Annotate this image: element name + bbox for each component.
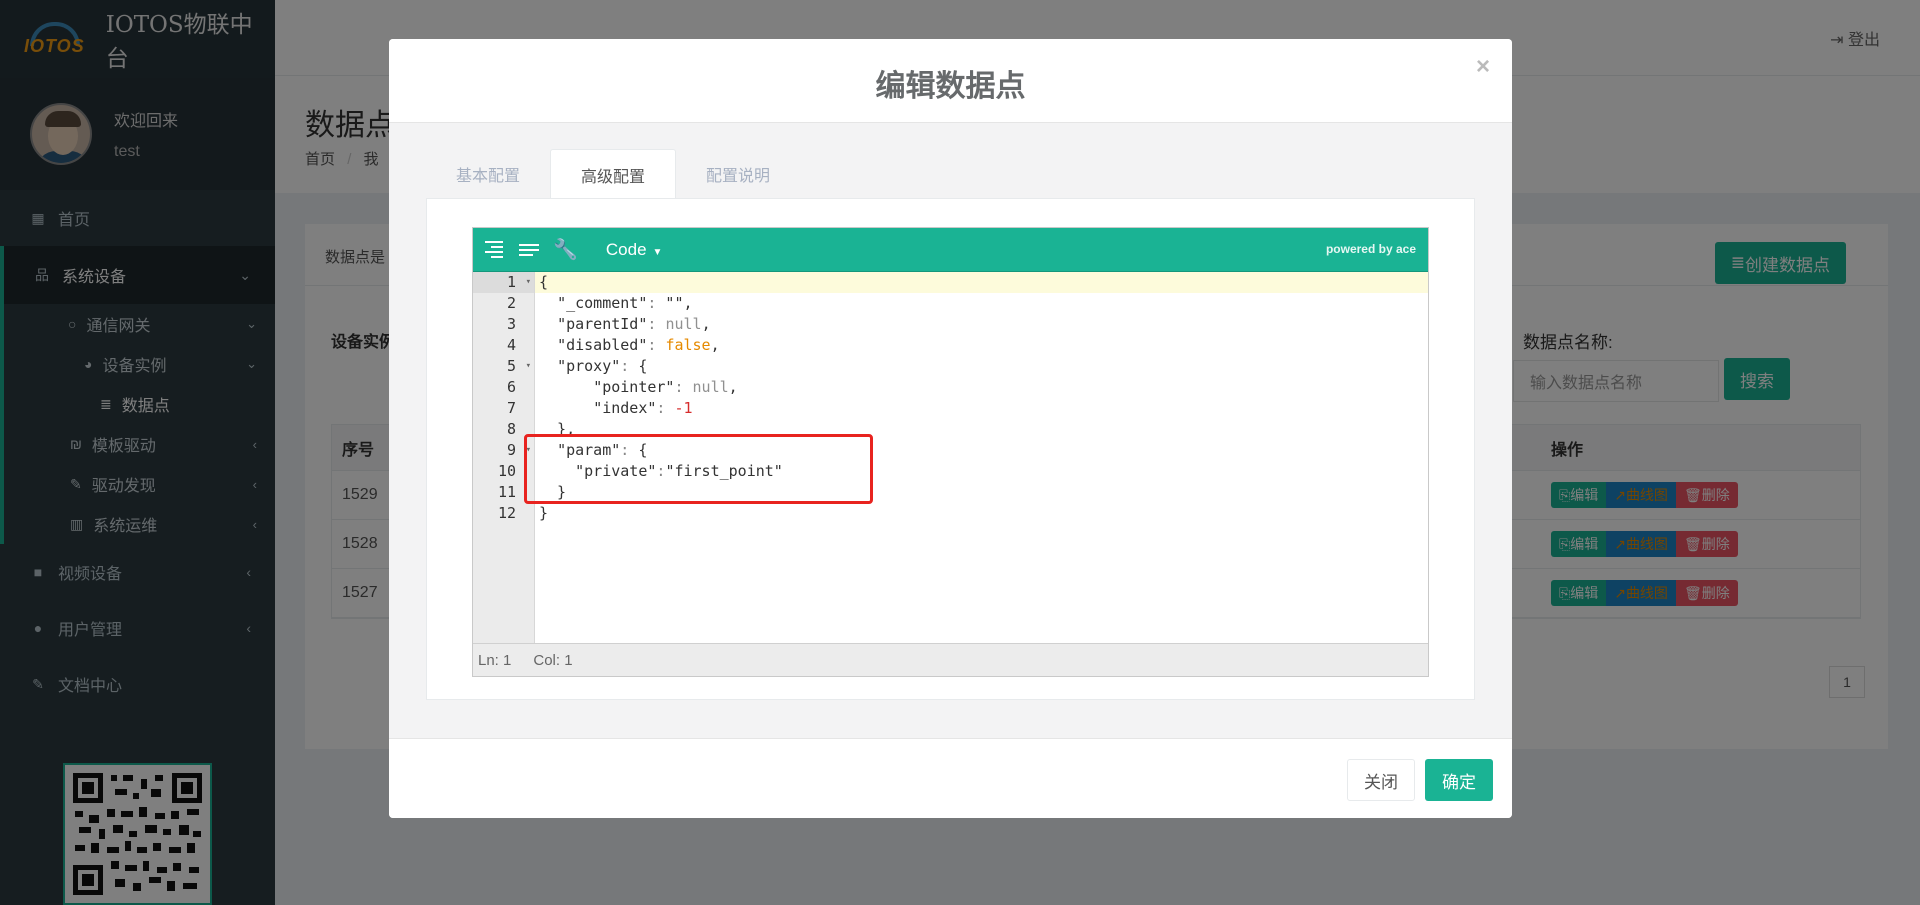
line-number: 6 <box>506 378 516 396</box>
code-line: } <box>539 504 549 522</box>
edit-data-point-modal: 编辑数据点 × 基本配置 高级配置 配置说明 🔧 Code ▼ powered b… <box>389 39 1512 818</box>
format-icon[interactable] <box>485 240 507 260</box>
close-button[interactable]: 关闭 <box>1347 759 1415 801</box>
editor-toolbar: 🔧 Code ▼ powered by ace <box>473 228 1428 272</box>
editor-status-bar: Ln: 1 Col: 1 <box>473 643 1428 676</box>
code-line: "proxy": { <box>557 357 648 375</box>
wrench-icon[interactable]: 🔧 <box>553 237 578 262</box>
close-icon[interactable]: × <box>1476 53 1490 81</box>
line-number: 2 <box>506 294 516 312</box>
annotation-highlight-box <box>524 434 873 504</box>
mode-dropdown[interactable]: Code ▼ <box>606 240 663 260</box>
modal-footer: 关闭 确定 <box>389 738 1512 818</box>
status-line: Ln: 1 <box>478 651 512 669</box>
fold-arrow-icon: ▾ <box>525 361 531 371</box>
modal-tabs: 基本配置 高级配置 配置说明 <box>426 149 800 199</box>
compact-icon[interactable] <box>519 240 541 260</box>
status-col: Col: 1 <box>533 651 573 669</box>
modal-title: 编辑数据点 <box>875 70 1026 103</box>
line-number: 5 ▾ <box>506 357 531 375</box>
code-line: "_comment": "", <box>557 294 693 312</box>
code-line: "index": -1 <box>593 399 693 417</box>
code-line: { <box>535 272 1428 293</box>
line-number: 12 <box>497 504 516 522</box>
tab-basic-config[interactable]: 基本配置 <box>426 149 550 199</box>
tab-advanced-config[interactable]: 高级配置 <box>550 149 677 199</box>
code-line: "parentId": null, <box>557 315 711 333</box>
code-line: "pointer": null, <box>593 378 738 396</box>
caret-down-icon: ▼ <box>652 246 663 258</box>
line-number: 3 <box>506 315 516 333</box>
code-line: "disabled": false, <box>557 336 720 354</box>
line-number: 1 ▾ <box>473 272 534 293</box>
confirm-button[interactable]: 确定 <box>1425 759 1493 801</box>
line-number: 4 <box>506 336 516 354</box>
fold-arrow-icon: ▾ <box>525 277 531 287</box>
powered-by-ace: powered by ace <box>1325 242 1416 256</box>
line-number: 7 <box>506 399 516 417</box>
tab-config-help[interactable]: 配置说明 <box>676 149 800 199</box>
